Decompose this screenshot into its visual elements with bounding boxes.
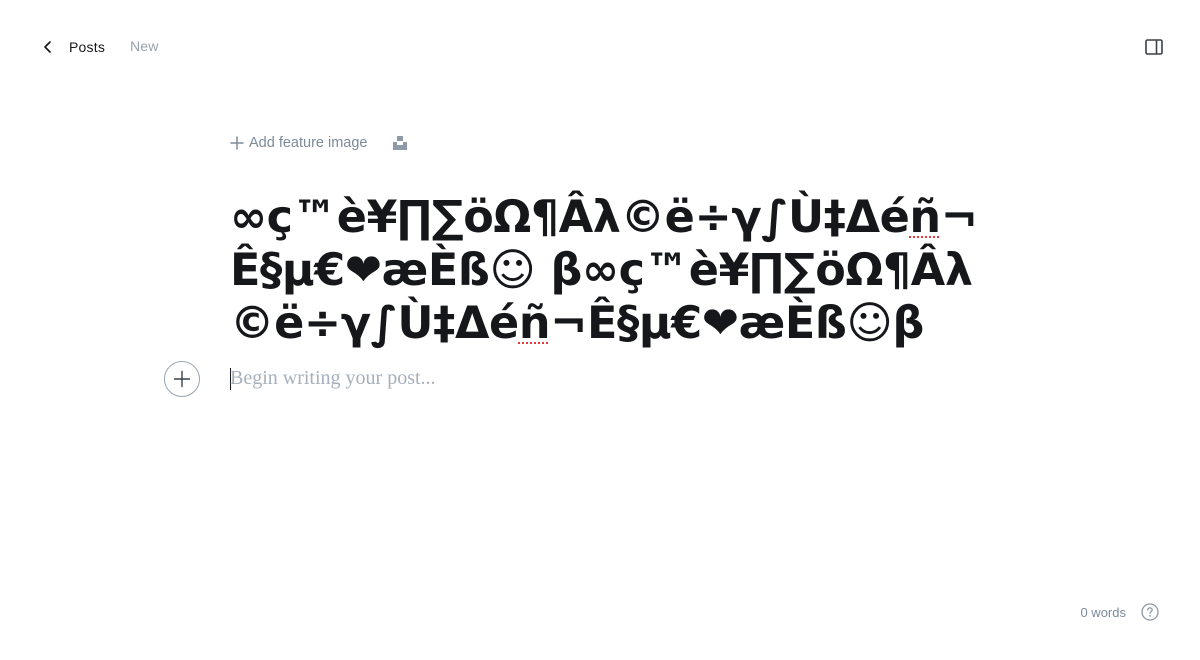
chevron-left-icon [44, 41, 51, 53]
help-circle-icon[interactable] [1141, 603, 1159, 621]
add-feature-image-button[interactable]: Add feature image [230, 135, 368, 151]
editor-footer: 0 words [1080, 603, 1159, 621]
title-misspelled-word: ñ [518, 298, 551, 349]
title-text-part: ¬Ê§µ€❤æÈß☺β [550, 298, 924, 349]
sidebar-toggle-icon[interactable] [1144, 37, 1164, 57]
post-body-input[interactable]: Begin writing your post... [230, 367, 436, 390]
title-text-part: ∞ç™è¥∏∑öΩ¶Âλ©ë÷γ∫Ù‡Δé [230, 192, 910, 243]
editor-header: Posts New [0, 0, 1200, 94]
add-feature-image-label: Add feature image [249, 135, 368, 151]
unsplash-icon[interactable] [392, 135, 408, 151]
feature-image-row: Add feature image [230, 120, 990, 166]
add-card-button[interactable] [164, 361, 200, 397]
plus-icon [173, 370, 191, 388]
plus-icon [230, 136, 244, 150]
word-count: 0 words [1080, 604, 1126, 620]
editor: Add feature image ∞ç™è¥∏∑öΩ¶Âλ©ë÷γ∫Ù‡Δéñ… [164, 120, 990, 403]
back-link-label: Posts [69, 39, 106, 55]
post-title-input[interactable]: ∞ç™è¥∏∑öΩ¶Âλ©ë÷γ∫Ù‡Δéñ¬Ê§µ€❤æÈß☺ β∞ç™è¥∏… [230, 191, 980, 350]
back-to-posts-link[interactable]: Posts [40, 36, 105, 58]
title-misspelled-word: ñ [909, 192, 941, 243]
post-status: New [130, 38, 159, 54]
post-body-row: Begin writing your post... [164, 361, 990, 403]
